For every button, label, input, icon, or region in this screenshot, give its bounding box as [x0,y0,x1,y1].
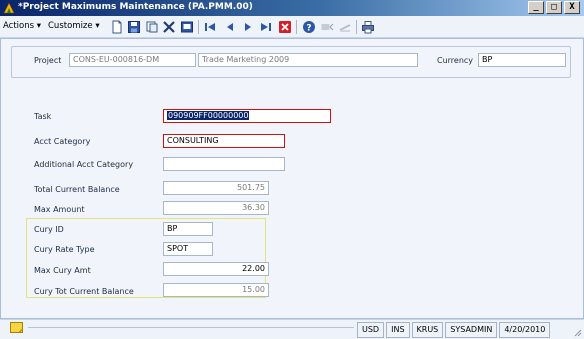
acct-category-field[interactable]: CONSULTING [163,134,285,148]
minimize-button[interactable]: _ [528,1,544,14]
additional-acct-category-field[interactable] [163,157,285,171]
status-date: 4/20/2010 [499,322,551,338]
total-current-balance-field: 501.75 [163,181,269,195]
customize-menu[interactable]: Customize ▾ [48,21,100,31]
save-icon[interactable] [127,20,141,34]
finder-icon[interactable] [180,20,194,34]
status-user-short: KRUS [411,322,444,338]
currency-label: Currency [437,56,474,65]
max-cury-amt-label: Max Cury Amt [34,266,91,275]
task-field[interactable]: 090909FF00000000 [163,109,331,123]
toolbar: Actions ▾ Customize ▾ ? [0,16,584,38]
cury-tot-current-balance-field: 15.00 [163,283,269,297]
actions-menu[interactable]: Actions ▾ [3,21,41,31]
last-record-icon[interactable] [259,20,273,34]
print-icon[interactable] [361,20,375,34]
window-title: *Project Maximums Maintenance (PA.PMM.00… [18,2,253,12]
currency-field[interactable]: BP [478,53,566,67]
main-content: Project CONS-EU-000816-DM Trade Marketin… [0,38,584,319]
status-currency: USD [357,322,385,338]
title-bar: *Project Maximums Maintenance (PA.PMM.00… [0,0,584,16]
cury-rate-type-field[interactable]: SPOT [163,242,213,256]
max-amount-field[interactable]: 36.30 [163,201,269,215]
project-label: Project [34,56,62,65]
max-amount-label: Max Amount [34,205,85,214]
close-button[interactable]: X [564,1,580,14]
max-cury-amt-field[interactable]: 22.00 [163,262,269,276]
status-divider [28,327,354,328]
maximize-button[interactable]: □ [546,1,562,14]
resize-grip-icon[interactable] [573,328,582,337]
note-indicator-icon[interactable] [10,322,23,333]
additional-acct-category-label: Additional Acct Category [34,160,134,169]
task-value: 090909FF00000000 [167,111,250,120]
next-record-icon[interactable] [241,20,255,34]
status-bar: USD INS KRUS SYSADMIN 4/20/2010 [0,319,584,339]
cury-rate-type-label: Cury Rate Type [34,245,95,254]
task-label: Task [34,112,52,121]
help-icon[interactable]: ? [302,20,316,34]
svg-text:?: ? [306,24,311,34]
project-description-field: Trade Marketing 2009 [198,53,418,67]
first-record-icon[interactable] [203,20,217,34]
cury-id-field[interactable]: BP [163,222,213,236]
new-icon[interactable] [110,20,124,34]
cancel-icon[interactable] [278,20,292,34]
cury-tot-current-balance-label: Cury Tot Current Balance [34,287,134,296]
actions-dropdown-icon: ▾ [36,21,42,31]
attachment-icon[interactable] [338,20,352,34]
status-insert-mode: INS [386,322,410,338]
acct-category-label: Acct Category [34,137,91,146]
total-current-balance-label: Total Current Balance [34,185,120,194]
status-user: SYSADMIN [445,322,498,338]
previous-record-icon[interactable] [223,20,237,34]
app-logo-icon [3,2,15,14]
customize-dropdown-icon: ▾ [95,21,100,31]
project-header-panel: Project CONS-EU-000816-DM Trade Marketin… [11,46,571,78]
delete-icon[interactable] [162,20,176,34]
cury-id-label: Cury ID [34,225,64,234]
note-icon[interactable] [320,20,334,34]
copy-icon[interactable] [145,20,159,34]
project-id-field[interactable]: CONS-EU-000816-DM [69,53,196,67]
